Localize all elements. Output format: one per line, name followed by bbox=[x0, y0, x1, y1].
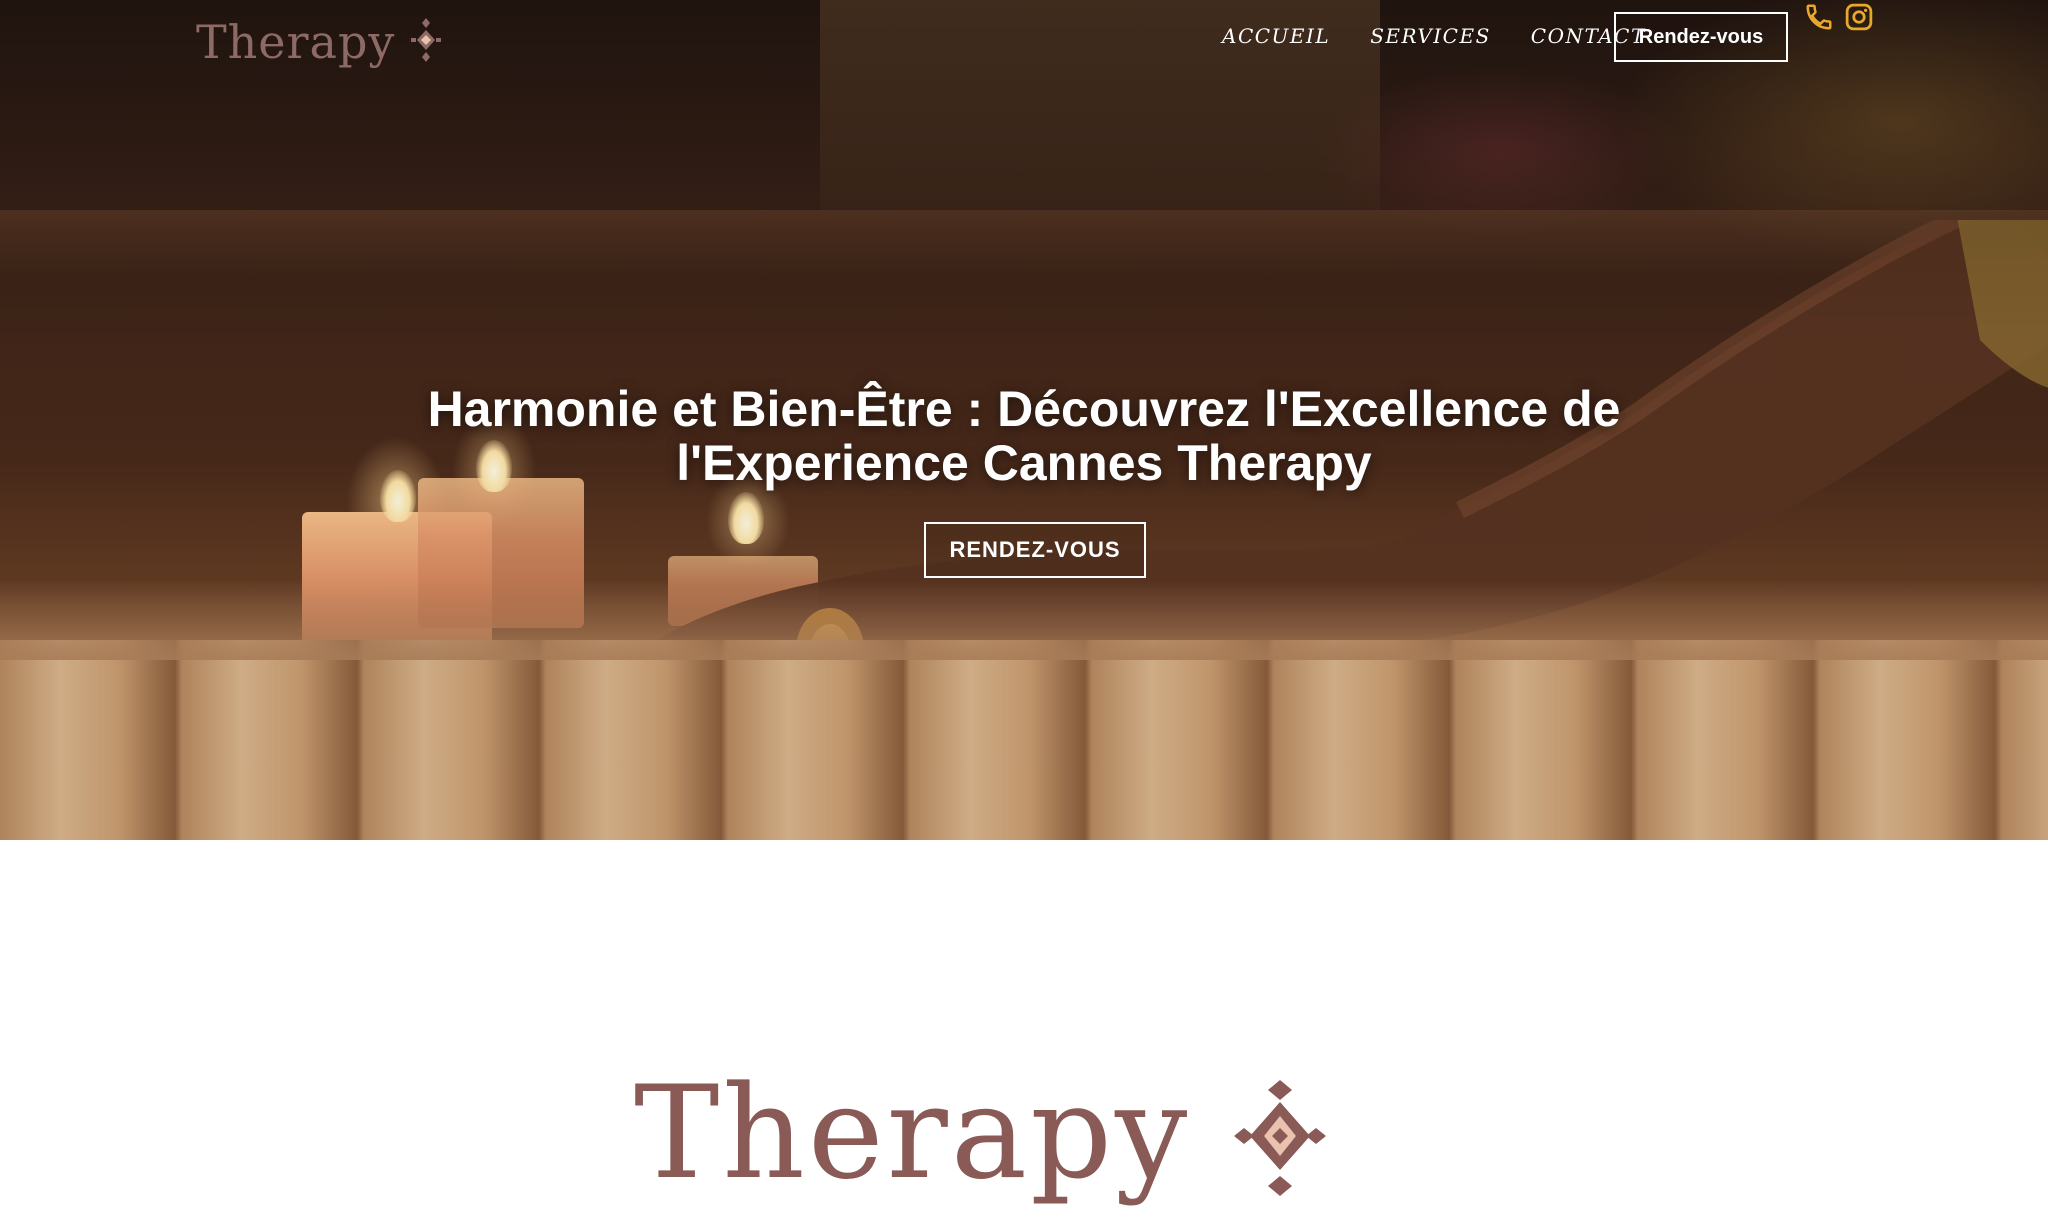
instagram-icon[interactable] bbox=[1844, 2, 1874, 32]
logo-text: Therapy bbox=[196, 15, 396, 69]
tribal-diamond-icon bbox=[411, 18, 442, 66]
about-logo: Therapy bbox=[634, 1059, 1327, 1220]
hero-title: Harmonie et Bien-Être : Découvrez l'Exce… bbox=[224, 382, 1824, 490]
hero-rendez-vous-button[interactable]: RENDEZ-VOUS bbox=[924, 522, 1146, 578]
phone-icon[interactable] bbox=[1804, 2, 1834, 32]
hero-title-line-2: l'Experience Cannes Therapy bbox=[676, 435, 1372, 491]
rendez-vous-button[interactable]: Rendez-vous bbox=[1614, 12, 1788, 62]
social-links bbox=[1804, 2, 1874, 32]
nav-link-accueil[interactable]: ACCUEIL bbox=[1222, 22, 1330, 50]
hero-title-line-1: Harmonie et Bien-Être : Découvrez l'Exce… bbox=[427, 381, 1621, 437]
about-logo-text: Therapy bbox=[634, 1059, 1191, 1208]
site-logo[interactable]: Therapy bbox=[196, 12, 442, 72]
nav-link-services[interactable]: SERVICES bbox=[1370, 22, 1491, 50]
tribal-diamond-icon bbox=[1234, 1080, 1327, 1204]
